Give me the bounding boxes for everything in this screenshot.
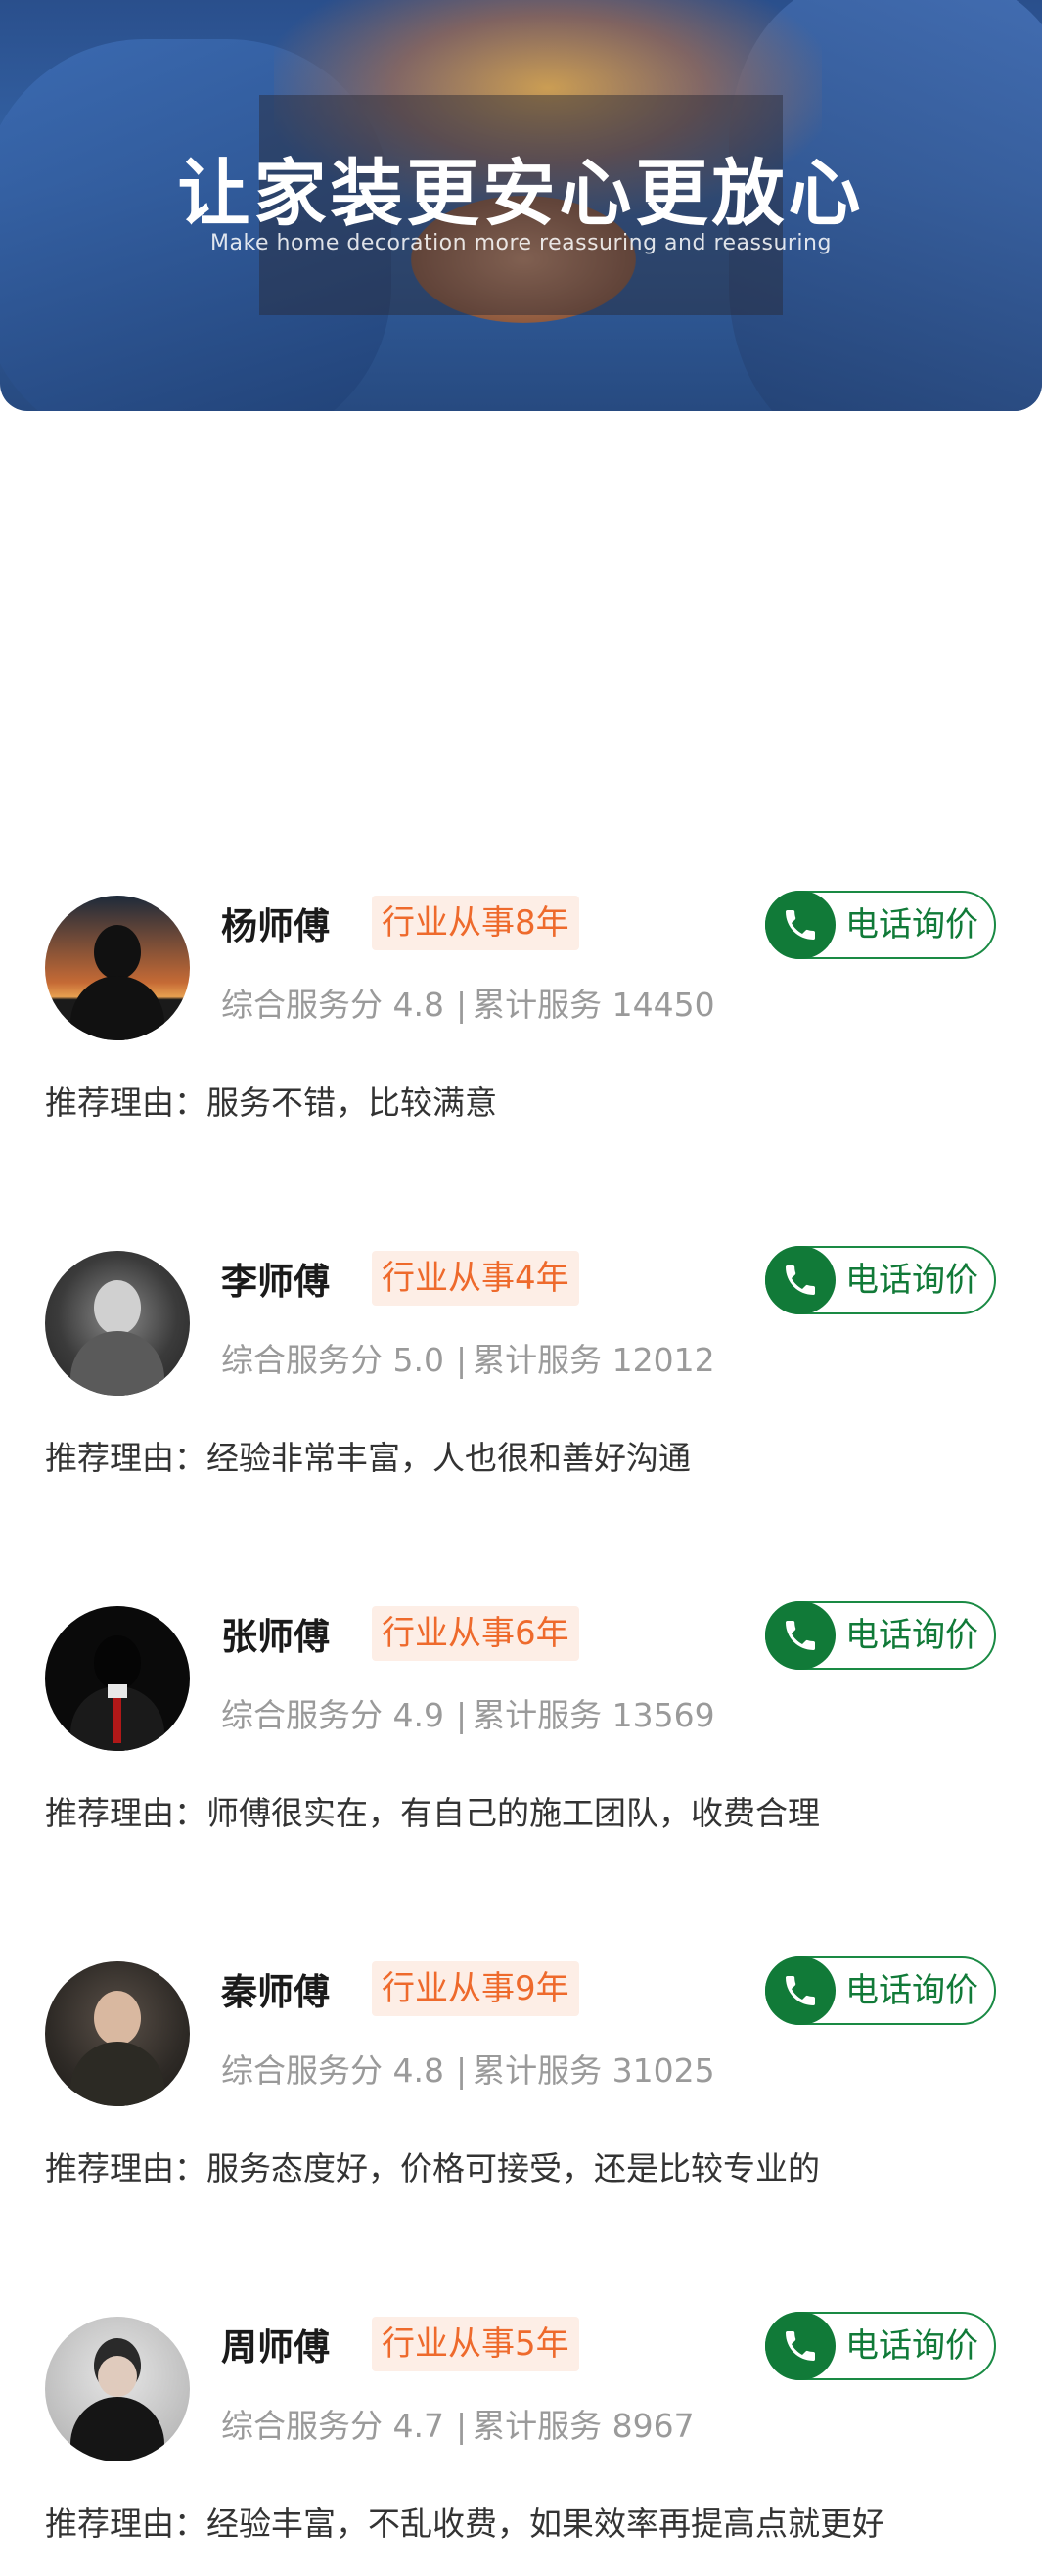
reason-label: 推荐理由： [45, 1439, 206, 1477]
worker-stats: 综合服务分 4.8 | 累计服务 14450 [221, 979, 715, 1026]
recommend-reason: 推荐理由：经验非常丰富，人也很和善好沟通 [45, 1432, 691, 1479]
score-value: 4.9 [392, 1696, 444, 1734]
phone-icon [765, 1601, 836, 1670]
phone-inquiry-button[interactable]: 电话询价 [765, 2312, 996, 2380]
count-label: 累计服务 [473, 1696, 603, 1734]
worker-stats: 综合服务分 4.9 | 累计服务 13569 [221, 1689, 715, 1736]
experience-badge: 行业从事8年 [372, 896, 579, 950]
worker-card: 杨师傅 行业从事8年 综合服务分 4.8 | 累计服务 14450 电话询价 推荐理… [0, 822, 1042, 1155]
score-label: 综合服务分 [221, 2407, 383, 2445]
count-value: 31025 [612, 2051, 715, 2090]
experience-badge: 行业从事5年 [372, 2317, 579, 2371]
worker-card: 秦师傅 行业从事9年 综合服务分 4.8 | 累计服务 31025 电话询价 推荐理… [0, 1888, 1042, 2221]
count-label: 累计服务 [473, 2407, 603, 2445]
count-label: 累计服务 [473, 1341, 603, 1379]
stats-separator: | [455, 2051, 468, 2090]
count-value: 12012 [612, 1341, 715, 1379]
avatar [45, 1961, 190, 2106]
phone-inquiry-button[interactable]: 电话询价 [765, 1601, 996, 1670]
phone-inquiry-button[interactable]: 电话询价 [765, 1956, 996, 2025]
worker-card: 周师傅 行业从事5年 综合服务分 4.7 | 累计服务 8967 电话询价 推荐理由… [0, 2243, 1042, 2576]
reason-label: 推荐理由： [45, 1083, 206, 1122]
recommend-reason: 推荐理由：经验丰富，不乱收费，如果效率再提高点就更好 [45, 2498, 884, 2545]
call-button-label: 电话询价 [845, 1261, 978, 1300]
score-value: 4.8 [392, 2051, 444, 2090]
avatar [45, 896, 190, 1040]
call-button-label: 电话询价 [845, 1971, 978, 2010]
score-value: 4.7 [392, 2407, 444, 2445]
phone-icon [765, 1246, 836, 1314]
banner-subtitle: Make home decoration more reassuring and… [210, 231, 832, 255]
banner-title: 让家装更安心更放心 [177, 152, 865, 236]
phone-icon [765, 1956, 836, 2025]
reason-label: 推荐理由： [45, 1794, 206, 1832]
worker-card: 张师傅 行业从事6年 综合服务分 4.9 | 累计服务 13569 电话询价 推荐理… [0, 1533, 1042, 1865]
worker-name: 秦师傅 [221, 1971, 330, 2013]
phone-icon [765, 891, 836, 959]
worker-name: 周师傅 [221, 2326, 330, 2369]
score-label: 综合服务分 [221, 2051, 383, 2090]
count-value: 8967 [612, 2407, 695, 2445]
worker-card: 李师傅 行业从事4年 综合服务分 5.0 | 累计服务 12012 电话询价 推荐理… [0, 1177, 1042, 1510]
score-label: 综合服务分 [221, 986, 383, 1024]
recommend-reason: 推荐理由：服务态度好，价格可接受，还是比较专业的 [45, 2142, 820, 2189]
worker-stats: 综合服务分 5.0 | 累计服务 12012 [221, 1334, 715, 1381]
reason-text: 服务不错，比较满意 [206, 1083, 497, 1122]
worker-name: 杨师傅 [221, 905, 330, 947]
worker-stats: 综合服务分 4.8 | 累计服务 31025 [221, 2045, 715, 2092]
phone-inquiry-button[interactable]: 电话询价 [765, 891, 996, 959]
reason-text: 服务态度好，价格可接受，还是比较专业的 [206, 2149, 820, 2187]
score-label: 综合服务分 [221, 1696, 383, 1734]
avatar [45, 1251, 190, 1396]
avatar [45, 1606, 190, 1751]
call-button-label: 电话询价 [845, 2326, 978, 2366]
avatar [45, 2317, 190, 2461]
stats-separator: | [455, 1341, 468, 1379]
phone-icon [765, 2312, 836, 2380]
experience-badge: 行业从事6年 [372, 1606, 579, 1661]
worker-name: 李师傅 [221, 1261, 330, 1303]
experience-badge: 行业从事4年 [372, 1251, 579, 1306]
score-value: 5.0 [392, 1341, 444, 1379]
stats-separator: | [455, 1696, 468, 1734]
reason-text: 经验非常丰富，人也很和善好沟通 [206, 1439, 691, 1477]
count-label: 累计服务 [473, 986, 603, 1024]
phone-inquiry-button[interactable]: 电话询价 [765, 1246, 996, 1314]
reason-text: 师傅很实在，有自己的施工团队，收费合理 [206, 1794, 820, 1832]
reason-label: 推荐理由： [45, 2149, 206, 2187]
count-value: 13569 [612, 1696, 715, 1734]
count-label: 累计服务 [473, 2051, 603, 2090]
call-button-label: 电话询价 [845, 1616, 978, 1655]
reason-label: 推荐理由： [45, 2505, 206, 2543]
score-label: 综合服务分 [221, 1341, 383, 1379]
call-button-label: 电话询价 [845, 905, 978, 944]
count-value: 14450 [612, 986, 715, 1024]
reason-text: 经验丰富，不乱收费，如果效率再提高点就更好 [206, 2505, 884, 2543]
stats-separator: | [455, 2407, 468, 2445]
worker-name: 张师傅 [221, 1616, 330, 1658]
worker-stats: 综合服务分 4.7 | 累计服务 8967 [221, 2400, 695, 2447]
experience-badge: 行业从事9年 [372, 1961, 579, 2016]
recommend-reason: 推荐理由：服务不错，比较满意 [45, 1077, 497, 1124]
score-value: 4.8 [392, 986, 444, 1024]
recommend-reason: 推荐理由：师傅很实在，有自己的施工团队，收费合理 [45, 1787, 820, 1834]
stats-separator: | [455, 986, 468, 1024]
hero-banner: 让家装更安心更放心 Make home decoration more reas… [0, 0, 1042, 411]
